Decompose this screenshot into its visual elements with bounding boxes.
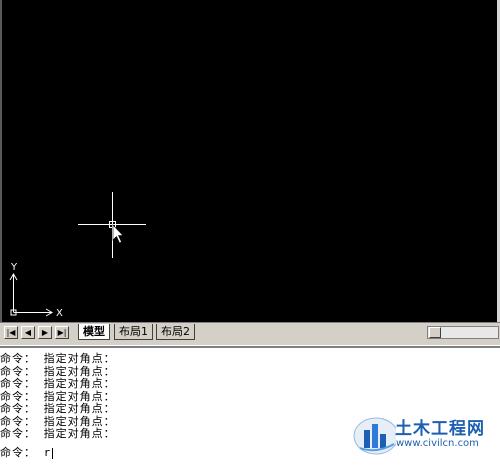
scrollbar-thumb[interactable] (429, 327, 441, 338)
text-cursor (52, 447, 54, 459)
watermark-text: 土木工程网 (395, 419, 485, 439)
command-input-line[interactable]: 命令： r (0, 446, 54, 459)
command-history-line: 命令： 指定对角点： (0, 377, 116, 390)
watermark: 土木工程网 www.civilcn.com (352, 404, 500, 465)
next-tab-button[interactable]: ▶ (38, 326, 52, 339)
first-tab-button[interactable]: |◀ (4, 326, 18, 339)
watermark-url: www.civilcn.com (396, 438, 479, 449)
layout-tab-bar: |◀ ◀ ▶ ▶| 模型 布局1 布局2 (0, 322, 500, 345)
last-tab-button[interactable]: ▶| (55, 326, 69, 339)
tab-layout2[interactable]: 布局2 (156, 324, 195, 340)
ucs-x-label: X (56, 308, 63, 319)
canvas-left-border (0, 0, 2, 325)
ucs-icon (9, 273, 53, 317)
command-history-line: 命令： 指定对角点： (0, 402, 116, 415)
ucs-y-label: Y (10, 262, 18, 273)
watermark-logo-icon (353, 417, 396, 455)
prev-tab-button[interactable]: ◀ (21, 326, 35, 339)
command-history-line: 命令： 指定对角点： (0, 427, 116, 440)
command-history-line: 命令： 指定对角点： (0, 352, 116, 365)
arrow-pointer-icon (112, 224, 124, 244)
command-prompt-label: 命令： (0, 446, 36, 459)
tab-model[interactable]: 模型 (78, 324, 110, 340)
canvas-overlay: Y X (9, 192, 146, 319)
drawing-canvas[interactable]: Y X (0, 0, 500, 325)
crosshair-cursor (78, 192, 146, 258)
tab-layout1[interactable]: 布局1 (114, 324, 153, 340)
command-input[interactable]: r (44, 446, 52, 459)
horizontal-scrollbar[interactable] (427, 326, 499, 339)
